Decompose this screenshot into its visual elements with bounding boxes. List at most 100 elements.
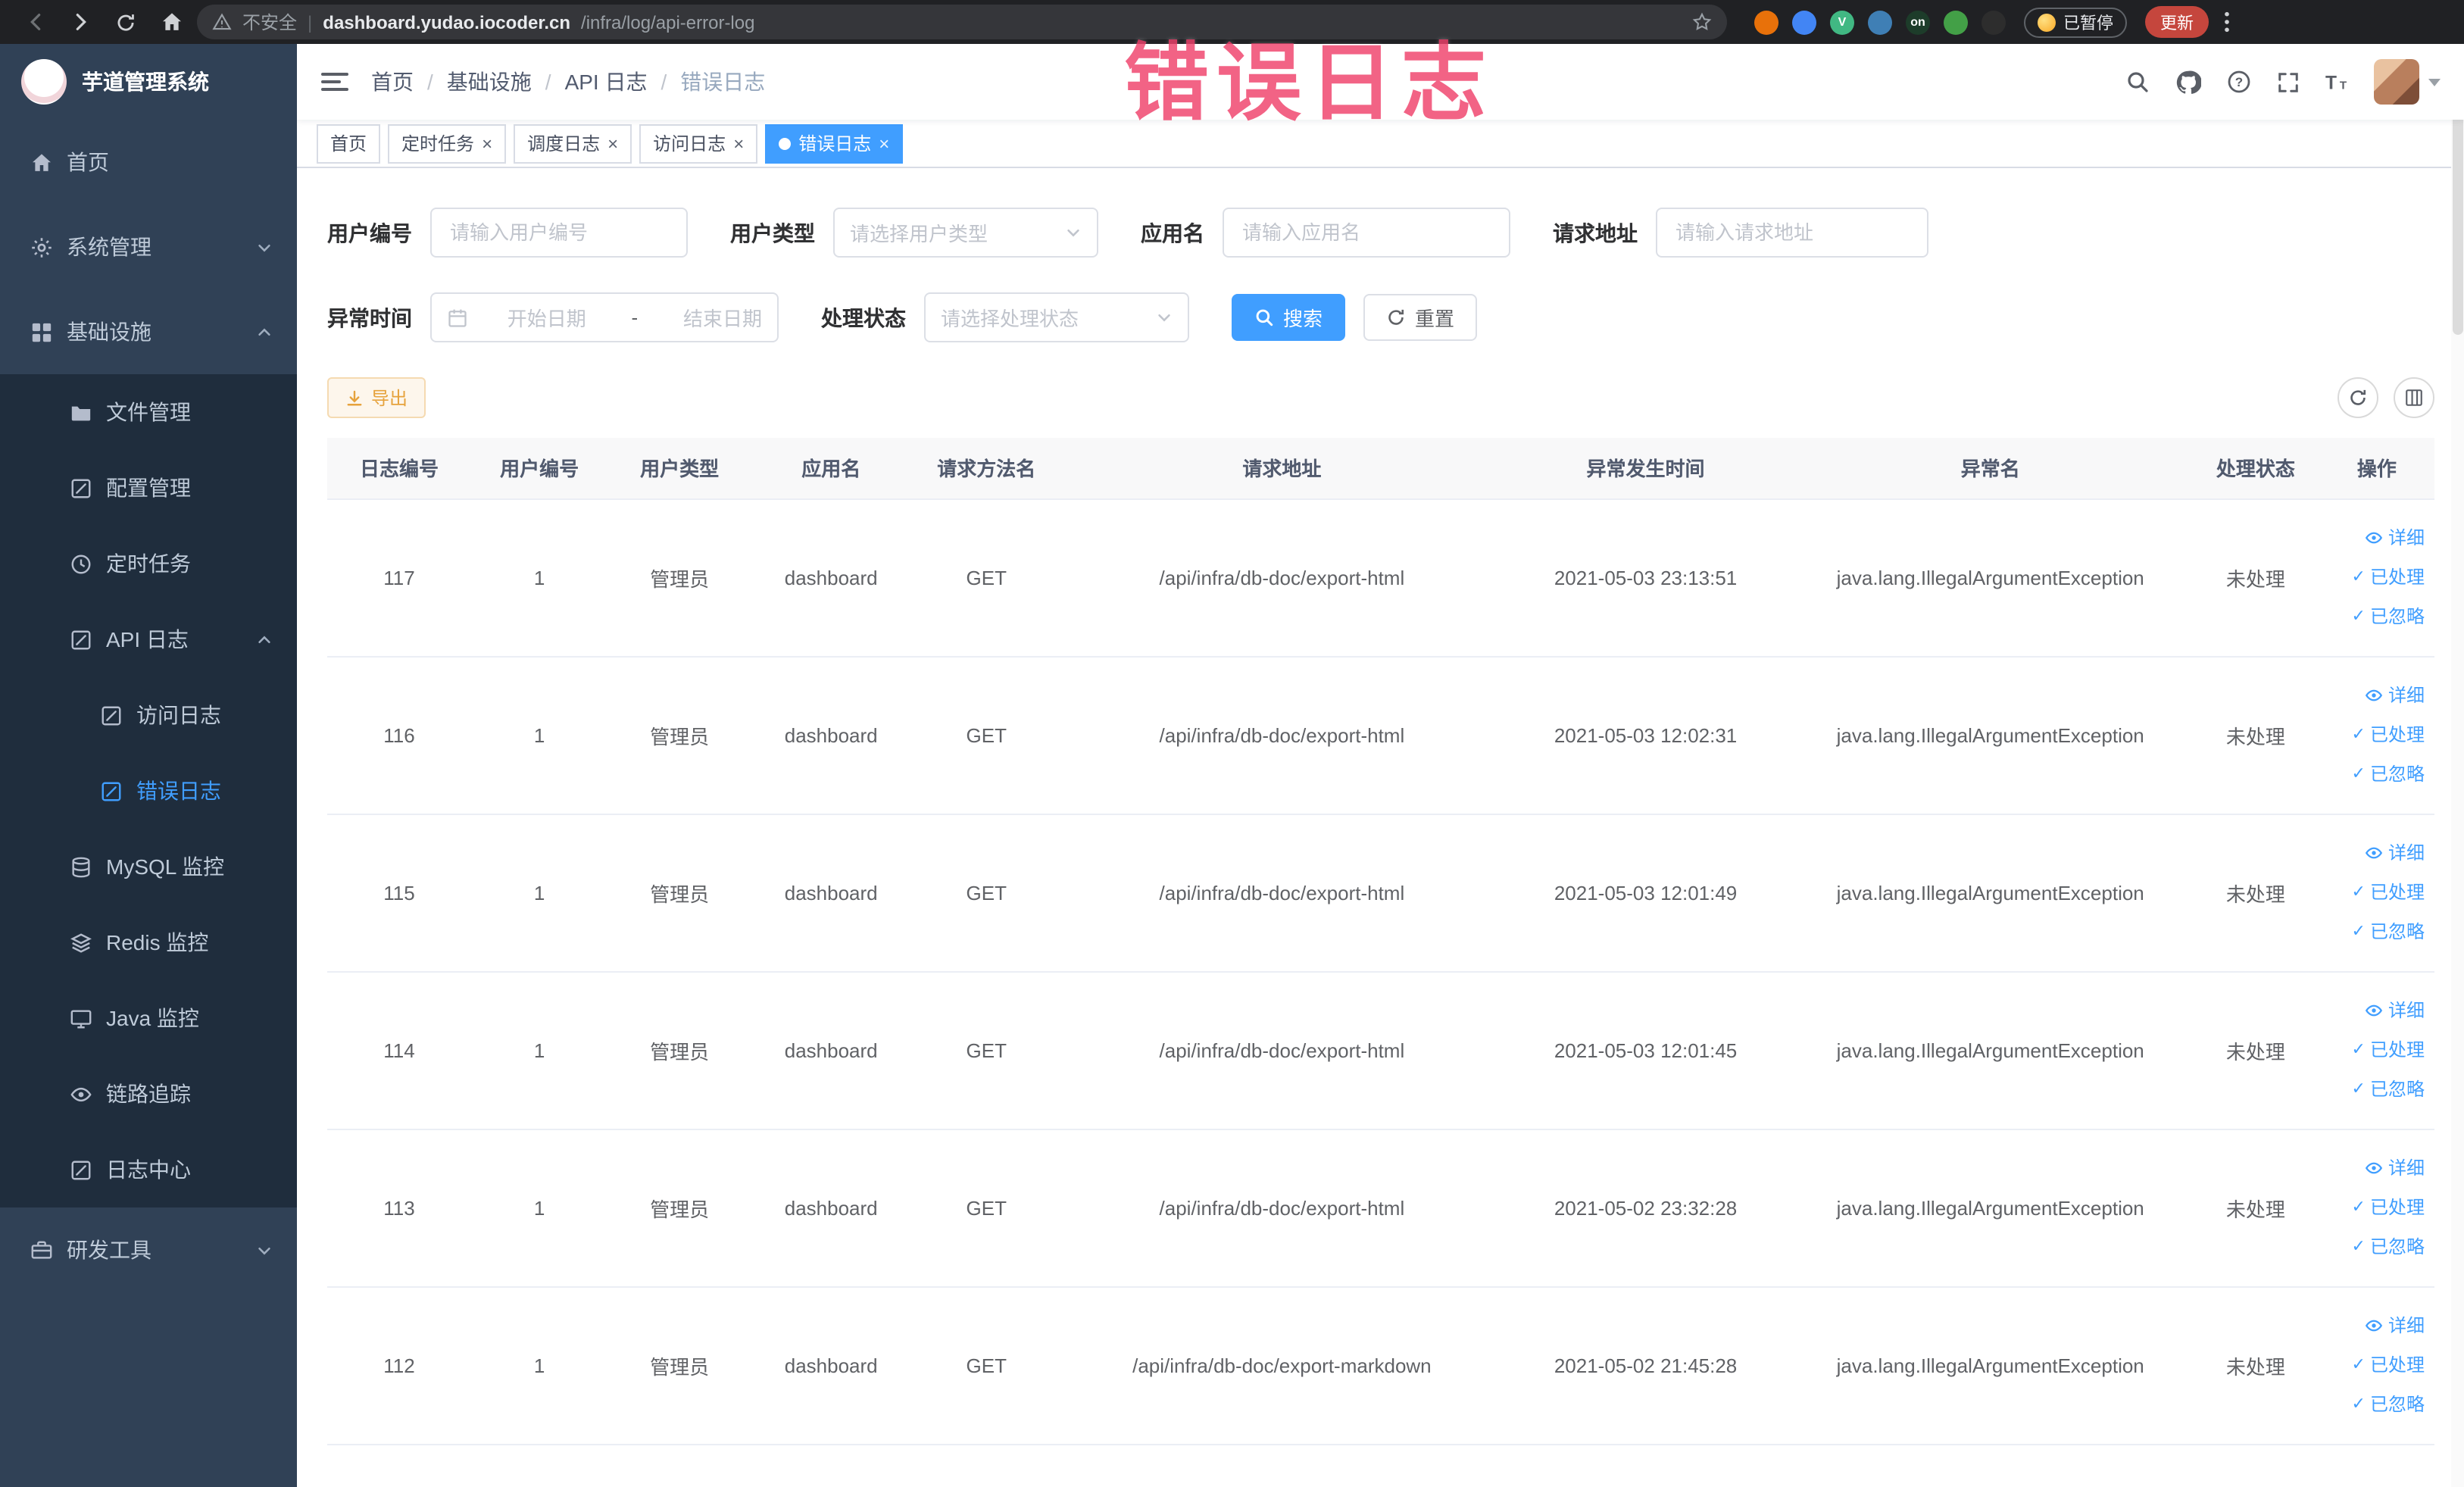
request-url-input[interactable] xyxy=(1656,208,1928,258)
cell-id: 117 xyxy=(327,498,472,657)
close-tab-icon[interactable]: × xyxy=(607,134,618,152)
action-ignored-link[interactable]: ✓ 已忽略 xyxy=(2320,912,2425,951)
action-detail-link[interactable]: 详细 xyxy=(2320,676,2425,715)
action-ignored-link[interactable]: ✓ 已忽略 xyxy=(2320,754,2425,794)
cell-time: 2021-05-03 23:13:51 xyxy=(1501,498,1790,657)
breadcrumb: 首页 / 基础设施 / API 日志 / 错误日志 xyxy=(371,67,765,97)
tab-2[interactable]: 调度日志 × xyxy=(514,123,632,163)
breadcrumb-item-1[interactable]: 基础设施 xyxy=(447,67,532,97)
tab-0[interactable]: 首页 xyxy=(317,123,381,163)
cell-method: GET xyxy=(910,814,1063,972)
help-icon[interactable]: ? xyxy=(2226,70,2250,94)
sidebar-item-9[interactable]: MySQL 监控 xyxy=(0,829,297,904)
extension-orange-icon[interactable] xyxy=(1754,10,1779,34)
sidebar-item-7[interactable]: 访问日志 xyxy=(0,677,297,753)
home-icon[interactable] xyxy=(151,2,191,42)
check-icon: ✓ xyxy=(2351,765,2366,783)
close-tab-icon[interactable]: × xyxy=(482,134,492,152)
extension-leaf-icon[interactable] xyxy=(1944,10,1968,34)
action-detail-link[interactable]: 详细 xyxy=(2320,991,2425,1030)
table-row: 117 1 管理员 dashboard GET/api/infra/db-doc/exp… xyxy=(327,498,2434,657)
extension-switch-on-icon[interactable]: on xyxy=(1906,10,1930,34)
user-menu[interactable] xyxy=(2373,59,2440,105)
action-detail-link[interactable]: 详细 xyxy=(2320,833,2425,873)
action-ignored-link[interactable]: ✓ 已忽略 xyxy=(2320,1070,2425,1109)
cell-method: GET xyxy=(910,1129,1063,1287)
sidebar: 芋道管理系统 首页 系统管理 基础设施 文件管理 配置管理 定时任务 API 日志 访问日志错… xyxy=(0,44,297,1487)
process-status-select[interactable]: 请选择处理状态 xyxy=(924,292,1189,342)
tab-4[interactable]: 错误日志 × xyxy=(765,123,904,163)
column-settings-button[interactable] xyxy=(2393,377,2434,418)
search-button[interactable]: 搜索 xyxy=(1232,294,1346,341)
cell-app: dashboard xyxy=(751,814,911,972)
back-icon[interactable] xyxy=(15,2,55,42)
sidebar-item-12[interactable]: 链路追踪 xyxy=(0,1056,297,1132)
chevron-up-icon xyxy=(256,323,273,340)
app-name-input[interactable] xyxy=(1223,208,1510,258)
extension-dark-icon[interactable] xyxy=(1982,10,2006,34)
extension-grid-icon[interactable] xyxy=(1868,10,1892,34)
paused-badge[interactable]: 已暂停 xyxy=(2024,7,2127,37)
page-scrollbar[interactable] xyxy=(2450,44,2464,1487)
export-button[interactable]: 导出 xyxy=(327,377,426,418)
cell-app: dashboard xyxy=(751,656,911,814)
close-tab-icon[interactable]: × xyxy=(879,134,889,152)
sidebar-item-11[interactable]: Java 监控 xyxy=(0,980,297,1056)
eye-small-icon xyxy=(2366,1317,2384,1335)
address-bar[interactable]: 不安全 | dashboard.yudao.iocoder.cn /infra/… xyxy=(197,5,1727,39)
sidebar-item-2[interactable]: 基础设施 xyxy=(0,289,297,374)
user-type-select[interactable]: 请选择用户类型 xyxy=(833,208,1098,258)
sidebar-item-6[interactable]: API 日志 xyxy=(0,601,297,677)
sidebar-item-0[interactable]: 首页 xyxy=(0,120,297,205)
font-size-icon[interactable]: TT xyxy=(2325,71,2350,92)
chevron-down-icon xyxy=(2428,78,2440,86)
forward-icon[interactable] xyxy=(61,2,100,42)
extension-vue-devtools-icon[interactable]: V xyxy=(1830,10,1854,34)
close-tab-icon[interactable]: × xyxy=(733,134,744,152)
sidebar-item-3[interactable]: 文件管理 xyxy=(0,374,297,450)
app-logo-image xyxy=(21,59,67,105)
sidebar-item-5[interactable]: 定时任务 xyxy=(0,526,297,601)
refresh-table-button[interactable] xyxy=(2337,377,2378,418)
browser-menu-icon[interactable] xyxy=(2224,11,2230,33)
sidebar-item-8[interactable]: 错误日志 xyxy=(0,753,297,829)
exception-time-range-input[interactable]: 开始日期 - 结束日期 xyxy=(430,292,779,342)
sidebar-item-4[interactable]: 配置管理 xyxy=(0,450,297,526)
action-processed-link[interactable]: ✓ 已处理 xyxy=(2320,558,2425,597)
bookmark-star-icon[interactable] xyxy=(1692,12,1712,32)
extension-blue-dot-icon[interactable] xyxy=(1792,10,1816,34)
column-settings-icon xyxy=(2403,388,2423,408)
search-icon[interactable] xyxy=(2125,70,2149,94)
tab-1[interactable]: 定时任务 × xyxy=(388,123,507,163)
github-icon[interactable] xyxy=(2175,69,2200,95)
action-ignored-link[interactable]: ✓ 已忽略 xyxy=(2320,1385,2425,1424)
reload-icon[interactable] xyxy=(106,2,145,42)
breadcrumb-item-0[interactable]: 首页 xyxy=(371,67,414,97)
action-ignored-link[interactable]: ✓ 已忽略 xyxy=(2320,597,2425,636)
monitor-icon xyxy=(70,1007,92,1029)
action-processed-link[interactable]: ✓ 已处理 xyxy=(2320,1030,2425,1070)
hamburger-icon[interactable] xyxy=(321,73,348,91)
reset-button[interactable]: 重置 xyxy=(1363,294,1478,341)
action-processed-link[interactable]: ✓ 已处理 xyxy=(2320,1345,2425,1385)
action-processed-link[interactable]: ✓ 已处理 xyxy=(2320,1188,2425,1227)
cell-actions: 详细 ✓ 已处理 ✓ 已忽略 xyxy=(2319,1286,2434,1445)
tab-3[interactable]: 访问日志 × xyxy=(639,123,758,163)
action-ignored-link[interactable]: ✓ 已忽略 xyxy=(2320,1227,2425,1267)
cell-url: /api/infra/db-doc/export-html xyxy=(1062,1129,1502,1287)
user-id-input[interactable] xyxy=(430,208,688,258)
cell-time: 2021-05-03 12:02:31 xyxy=(1501,656,1790,814)
action-detail-link[interactable]: 详细 xyxy=(2320,518,2425,558)
breadcrumb-item-2[interactable]: API 日志 xyxy=(565,67,648,97)
edit-icon xyxy=(100,779,123,802)
sidebar-item-13[interactable]: 日志中心 xyxy=(0,1132,297,1207)
browser-update-button[interactable]: 更新 xyxy=(2145,6,2209,38)
action-detail-link[interactable]: 详细 xyxy=(2320,1148,2425,1188)
action-detail-link[interactable]: 详细 xyxy=(2320,1306,2425,1345)
fullscreen-icon[interactable] xyxy=(2276,70,2299,93)
action-processed-link[interactable]: ✓ 已处理 xyxy=(2320,715,2425,754)
sidebar-item-1[interactable]: 系统管理 xyxy=(0,205,297,289)
action-processed-link[interactable]: ✓ 已处理 xyxy=(2320,873,2425,912)
sidebar-item-10[interactable]: Redis 监控 xyxy=(0,904,297,980)
sidebar-item-14[interactable]: 研发工具 xyxy=(0,1207,297,1292)
